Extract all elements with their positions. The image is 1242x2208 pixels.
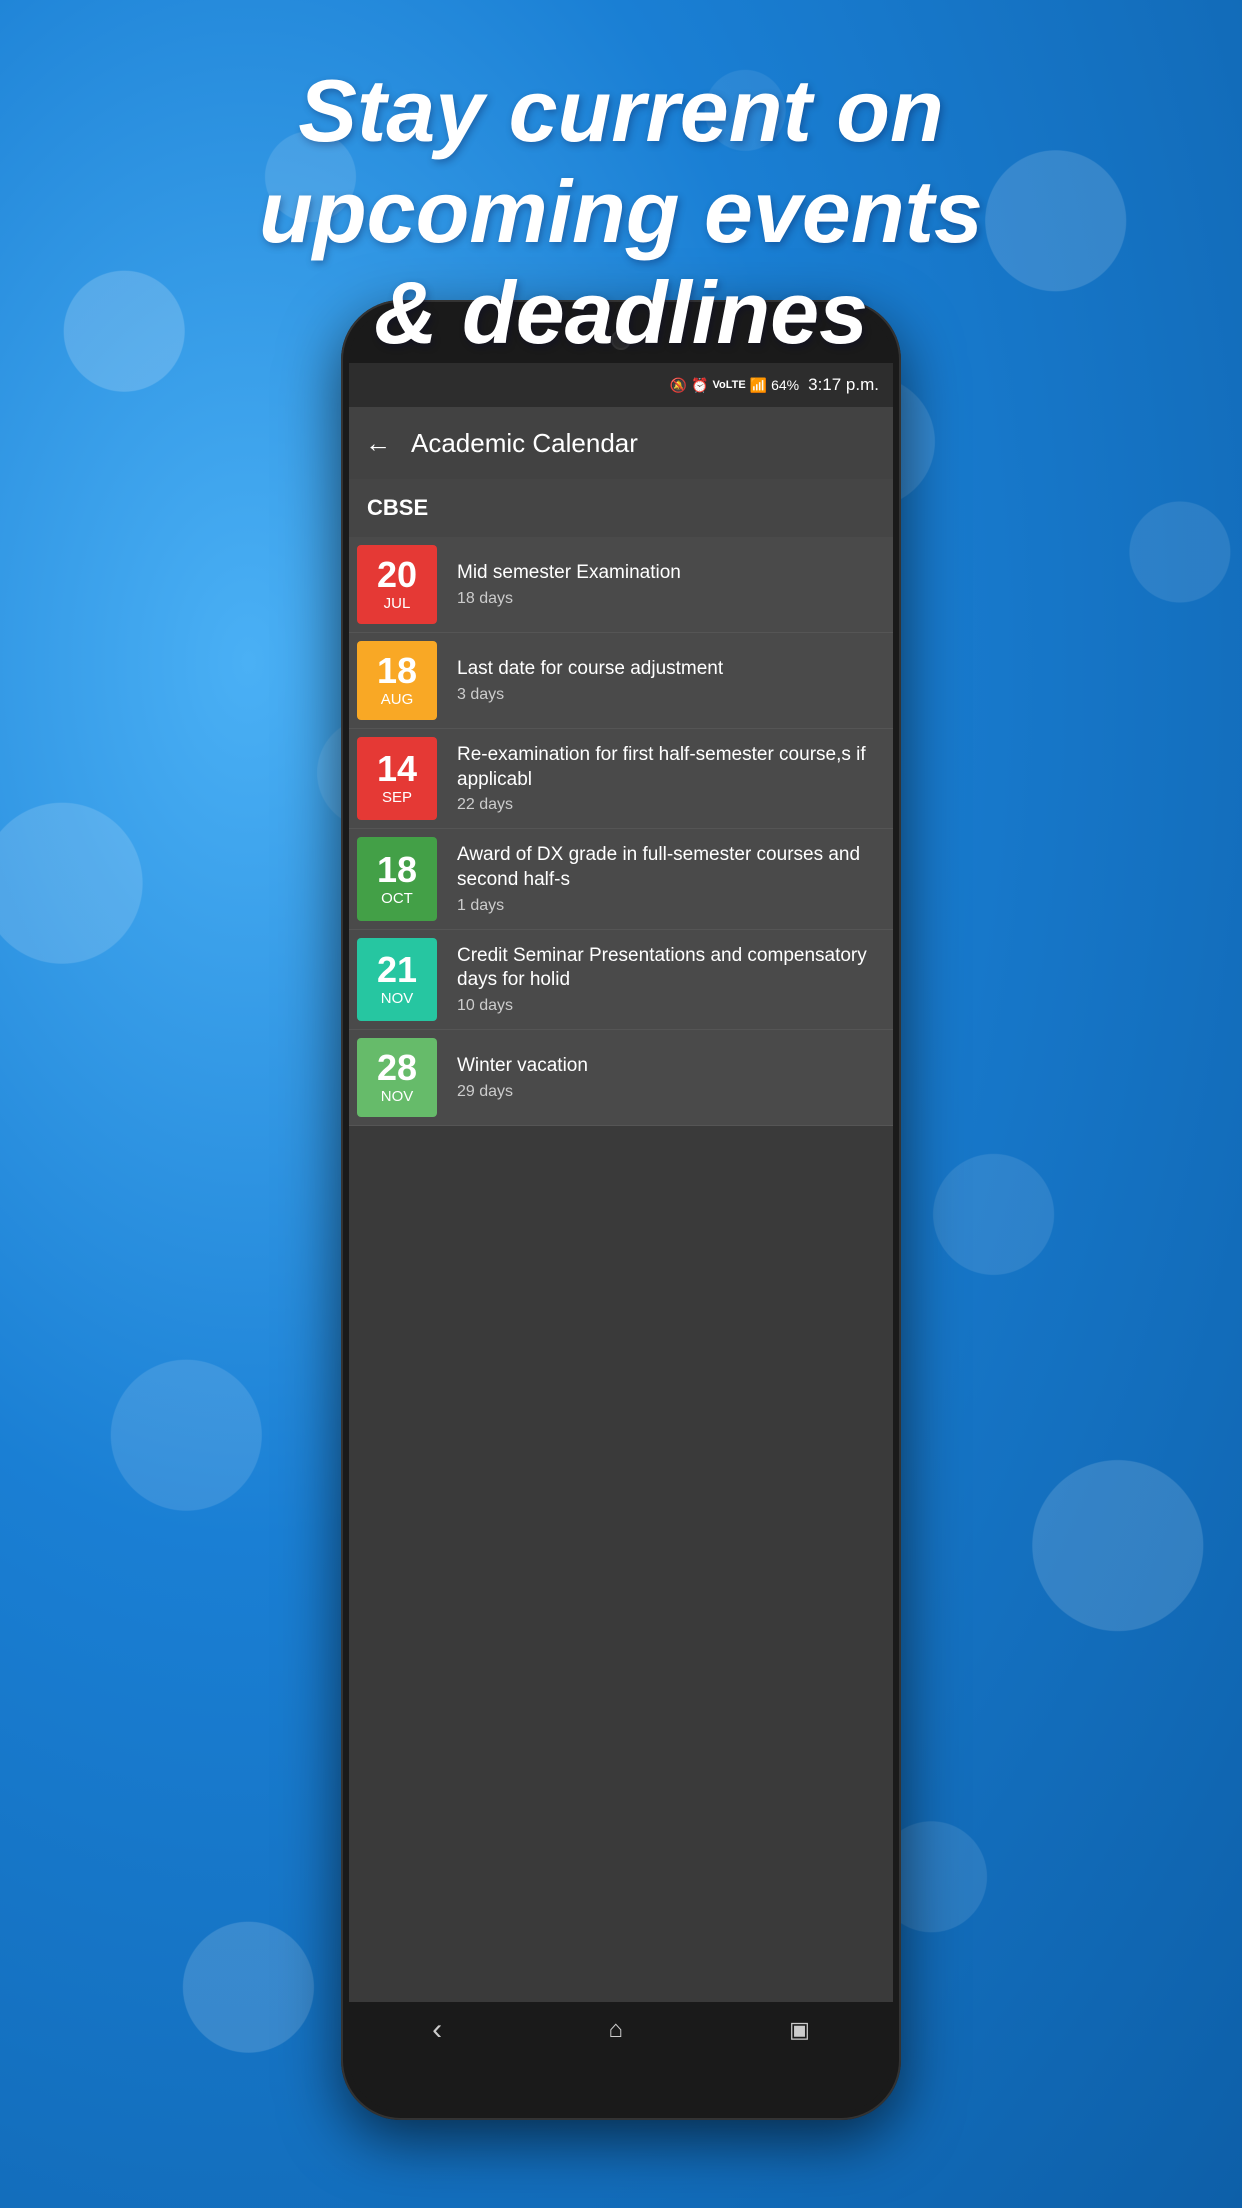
alarm-icon: ⏰ xyxy=(691,377,708,394)
event-title: Credit Seminar Presentations and compens… xyxy=(457,944,881,993)
date-badge: 14 SEP xyxy=(357,737,437,820)
event-info: Last date for course adjustment 3 days xyxy=(445,633,893,728)
event-info: Award of DX grade in full-semester cours… xyxy=(445,829,893,928)
table-row[interactable]: 21 NOV Credit Seminar Presentations and … xyxy=(349,930,893,1030)
date-month: OCT xyxy=(381,890,413,907)
section-header: CBSE xyxy=(349,479,893,537)
app-bar-title: Academic Calendar xyxy=(411,428,638,459)
nav-back-button[interactable]: ‹ xyxy=(432,2013,442,2047)
bottom-nav: ‹ ⌂ ▣ xyxy=(349,2002,893,2057)
event-info: Winter vacation 29 days xyxy=(445,1030,893,1125)
screen: 🔕 ⏰ VoLTE 📶 64% 3:17 p.m. ← Academic Cal… xyxy=(349,363,893,2057)
event-days: 1 days xyxy=(457,897,881,915)
date-badge: 18 OCT xyxy=(357,837,437,920)
event-title: Winter vacation xyxy=(457,1054,881,1079)
event-info: Re-examination for first half-semester c… xyxy=(445,729,893,828)
section-title: CBSE xyxy=(367,495,428,520)
date-number: 18 xyxy=(377,852,417,888)
date-month: NOV xyxy=(381,1088,414,1105)
date-number: 28 xyxy=(377,1050,417,1086)
date-month: NOV xyxy=(381,990,414,1007)
date-month: AUG xyxy=(381,691,414,708)
nav-home-button[interactable]: ⌂ xyxy=(608,2016,623,2044)
event-info: Credit Seminar Presentations and compens… xyxy=(445,930,893,1029)
battery-text: 64% xyxy=(771,377,799,393)
table-row[interactable]: 18 AUG Last date for course adjustment 3… xyxy=(349,633,893,729)
event-title: Last date for course adjustment xyxy=(457,657,881,682)
date-badge: 21 NOV xyxy=(357,938,437,1021)
event-title: Re-examination for first half-semester c… xyxy=(457,743,881,792)
event-days: 29 days xyxy=(457,1083,881,1101)
back-button[interactable]: ← xyxy=(365,428,391,459)
headline-line2: upcoming events xyxy=(259,162,983,261)
event-title: Award of DX grade in full-semester cours… xyxy=(457,843,881,892)
date-number: 14 xyxy=(377,751,417,787)
mute-icon: 🔕 xyxy=(670,377,687,394)
event-info: Mid semester Examination 18 days xyxy=(445,537,893,632)
headline-line3: & deadlines xyxy=(374,263,868,362)
calendar-list: 20 JUL Mid semester Examination 18 days … xyxy=(349,537,893,1126)
date-badge: 20 JUL xyxy=(357,545,437,624)
table-row[interactable]: 14 SEP Re-examination for first half-sem… xyxy=(349,729,893,829)
date-number: 18 xyxy=(377,653,417,689)
date-number: 20 xyxy=(377,557,417,593)
table-row[interactable]: 28 NOV Winter vacation 29 days xyxy=(349,1030,893,1126)
content-area: CBSE 20 JUL Mid semester Examination 18 … xyxy=(349,479,893,1126)
event-title: Mid semester Examination xyxy=(457,561,881,586)
date-month: SEP xyxy=(382,789,412,806)
wifi-icon: 📶 xyxy=(750,377,767,394)
date-number: 21 xyxy=(377,952,417,988)
app-bar: ← Academic Calendar xyxy=(349,407,893,479)
phone-inner: 🔕 ⏰ VoLTE 📶 64% 3:17 p.m. ← Academic Cal… xyxy=(349,308,893,2112)
date-badge: 18 AUG xyxy=(357,641,437,720)
headline-text: Stay current on upcoming events & deadli… xyxy=(0,60,1242,364)
table-row[interactable]: 20 JUL Mid semester Examination 18 days xyxy=(349,537,893,633)
date-badge: 28 NOV xyxy=(357,1038,437,1117)
date-month: JUL xyxy=(384,595,411,612)
table-row[interactable]: 18 OCT Award of DX grade in full-semeste… xyxy=(349,829,893,929)
headline-section: Stay current on upcoming events & deadli… xyxy=(0,60,1242,364)
phone-device: 🔕 ⏰ VoLTE 📶 64% 3:17 p.m. ← Academic Cal… xyxy=(341,300,901,2120)
event-days: 10 days xyxy=(457,997,881,1015)
status-time: 3:17 p.m. xyxy=(808,375,879,395)
event-days: 18 days xyxy=(457,590,881,608)
nav-recent-button[interactable]: ▣ xyxy=(789,2017,810,2043)
status-bar: 🔕 ⏰ VoLTE 📶 64% 3:17 p.m. xyxy=(349,363,893,407)
event-days: 3 days xyxy=(457,686,881,704)
event-days: 22 days xyxy=(457,796,881,814)
status-icons: 🔕 ⏰ VoLTE 📶 64% xyxy=(670,377,800,394)
lte-icon: VoLTE xyxy=(712,379,745,391)
headline-line1: Stay current on xyxy=(298,61,943,160)
